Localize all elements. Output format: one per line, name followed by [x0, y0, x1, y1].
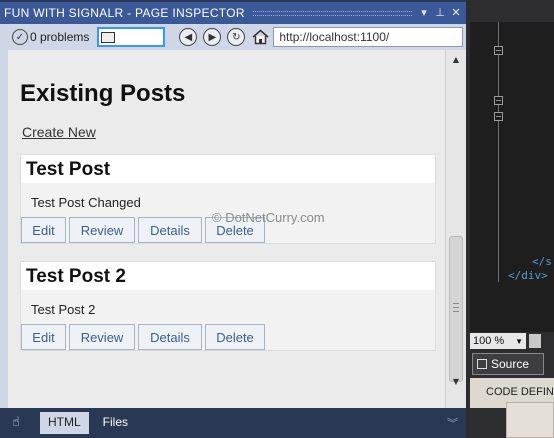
problems-label: 0 problems	[30, 30, 90, 44]
screen: FUN WITH SIGNALR - PAGE INSPECTOR ▾ ⊥ ✕ …	[0, 0, 554, 438]
pin-icon[interactable]: ⊥	[434, 6, 446, 20]
vertical-scrollbar[interactable]: ▲ ▼	[445, 50, 466, 408]
tab-html[interactable]: HTML	[40, 412, 89, 434]
inspector-title: FUN WITH SIGNALR - PAGE INSPECTOR	[4, 6, 245, 20]
chevron-down-icon[interactable]: ︾	[447, 415, 458, 431]
outline-gutter	[498, 22, 499, 282]
post-body: Test Post 2	[21, 290, 435, 324]
code-definition-body	[506, 402, 554, 438]
code-line: </div>	[508, 269, 548, 282]
inspect-pointer-icon[interactable]: ☝	[12, 415, 26, 431]
view-switcher: Source	[466, 350, 554, 378]
post-actions: Edit Review Details Delete	[21, 324, 435, 350]
scrollbar-thumb[interactable]	[449, 236, 463, 382]
review-button[interactable]: Review	[69, 324, 135, 350]
titlebar-grip[interactable]	[252, 10, 412, 16]
delete-button[interactable]: Delete	[205, 324, 265, 350]
post-title: Test Post 2	[21, 262, 435, 290]
back-arrow-icon[interactable]: ◀	[179, 28, 198, 46]
page-inspector-panel: FUN WITH SIGNALR - PAGE INSPECTOR ▾ ⊥ ✕ …	[0, 0, 466, 438]
code-editor: − − − </s </div> 100 % ▼	[466, 0, 554, 350]
details-button[interactable]: Details	[138, 217, 202, 243]
rendered-page: Existing Posts Create New Test Post Test…	[8, 50, 445, 408]
window-position-dropdown-icon[interactable]: ▾	[418, 6, 430, 20]
scroll-left-icon[interactable]	[529, 334, 541, 348]
edit-button[interactable]: Edit	[21, 324, 66, 350]
zoom-level: 100 %	[473, 335, 505, 347]
source-tab-label: Source	[491, 357, 530, 371]
edit-button[interactable]: Edit	[21, 217, 66, 243]
check-circle-icon: ✓	[12, 29, 28, 45]
tab-files[interactable]: Files	[95, 412, 136, 434]
titlebar-buttons: ▾ ⊥ ✕	[418, 6, 462, 20]
source-icon	[477, 359, 487, 369]
collapse-icon[interactable]: −	[494, 96, 503, 105]
inspector-titlebar[interactable]: FUN WITH SIGNALR - PAGE INSPECTOR ▾ ⊥ ✕	[0, 2, 466, 24]
review-button[interactable]: Review	[69, 217, 135, 243]
inspect-element-icon	[101, 31, 116, 43]
post-title: Test Post	[21, 155, 435, 183]
editor-zoom-bar: 100 % ▼	[470, 332, 554, 350]
code-line: </s	[532, 255, 552, 268]
inspector-bottom-tabs: ☝ HTML Files ︾	[0, 408, 466, 438]
dropdown-arrow-icon: ▼	[515, 336, 523, 346]
inspect-mode-toggle[interactable]	[97, 27, 166, 47]
editor-topbar	[470, 0, 554, 22]
post-card: Test Post Test Post Changed Edit Review …	[20, 154, 436, 244]
close-icon[interactable]: ✕	[450, 6, 462, 20]
zoom-dropdown[interactable]: 100 % ▼	[470, 333, 526, 349]
code-definition-window: CODE DEFINITION	[466, 378, 554, 438]
forward-arrow-icon[interactable]: ▶	[203, 28, 222, 46]
home-icon[interactable]	[251, 28, 269, 46]
scroll-up-arrow-icon[interactable]: ▲	[446, 52, 466, 68]
watermark: © DotNetCurry.com	[212, 210, 325, 225]
post-card: Test Post 2 Test Post 2 Edit Review Deta…	[20, 261, 436, 351]
grip-icon	[453, 303, 459, 312]
page-heading: Existing Posts	[20, 80, 186, 107]
collapse-icon[interactable]: −	[494, 46, 503, 55]
problems-indicator[interactable]: ✓ 0 problems	[12, 29, 89, 45]
refresh-icon[interactable]: ↻	[227, 28, 246, 46]
create-new-link[interactable]: Create New	[22, 124, 96, 140]
tab-source[interactable]: Source	[472, 353, 544, 375]
url-field[interactable]: http://localhost:1100/	[273, 27, 464, 47]
inspector-toolbar: ✓ 0 problems ◀ ▶ ↻ http://localhost:1100…	[0, 24, 466, 50]
scroll-down-arrow-icon[interactable]: ▼	[446, 374, 466, 390]
collapse-icon[interactable]: −	[494, 112, 503, 121]
browser-viewport: Existing Posts Create New Test Post Test…	[0, 50, 466, 408]
details-button[interactable]: Details	[138, 324, 202, 350]
